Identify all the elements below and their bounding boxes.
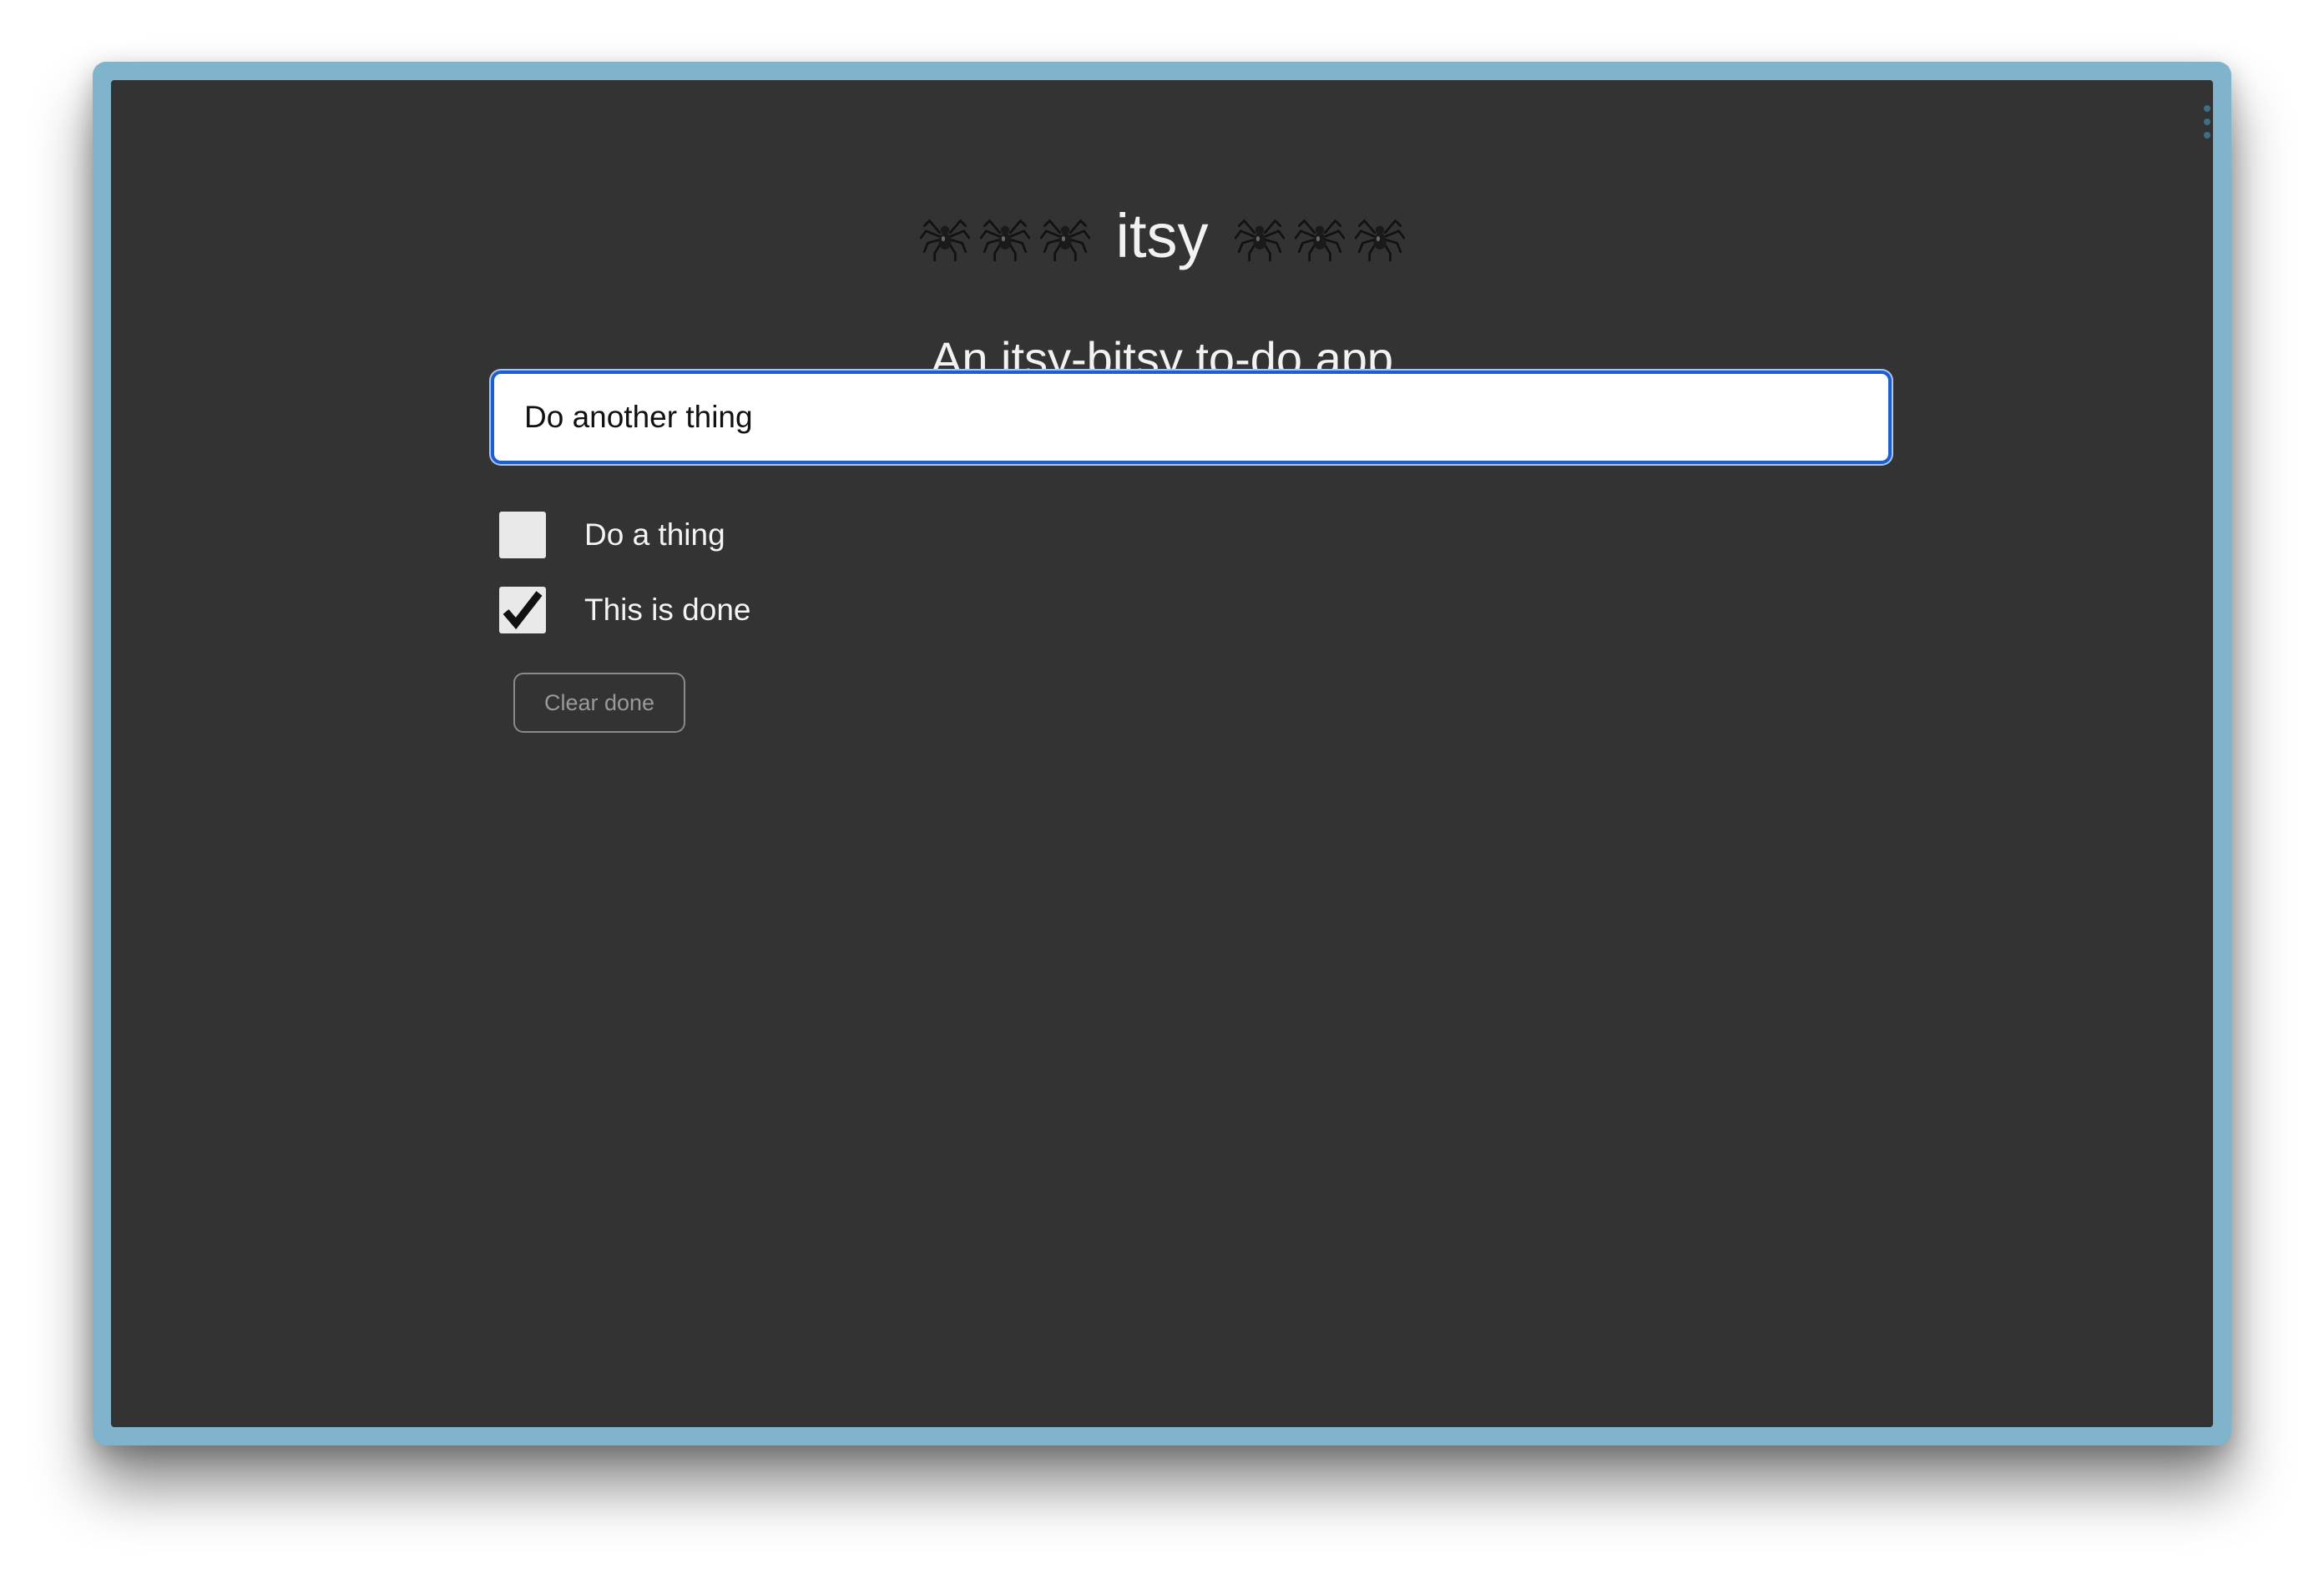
window-resize-handle[interactable] [2203,105,2211,139]
todo-checkbox[interactable] [499,587,546,633]
new-todo-field-wrapper [491,371,1892,464]
checkmark-icon [503,591,543,630]
spider-group-left [917,209,1093,264]
spider-icon [1294,219,1345,262]
spider-icon [1354,219,1405,262]
list-item: This is done [499,573,751,648]
todo-label: This is done [584,593,751,627]
app-window: itsy An itsy-bitsy to-do app Do another … [93,62,2231,1445]
spider-group-right [1232,209,1407,264]
todo-checkbox[interactable] [499,512,546,558]
clear-done-button[interactable]: Clear done [513,673,685,733]
spider-icon [1039,219,1090,262]
todo-label: Do a thing [584,517,725,552]
list-item: Do a thing [499,497,751,573]
spider-icon [979,219,1030,262]
spider-icon [1234,219,1285,262]
spider-icon [919,219,970,262]
app-content: itsy An itsy-bitsy to-do app Do another … [111,80,2213,1427]
todo-list: Do a thing This is done [499,497,751,648]
header: itsy [111,205,2213,267]
new-todo-input[interactable] [494,374,1888,461]
app-title: itsy [1115,201,1209,270]
